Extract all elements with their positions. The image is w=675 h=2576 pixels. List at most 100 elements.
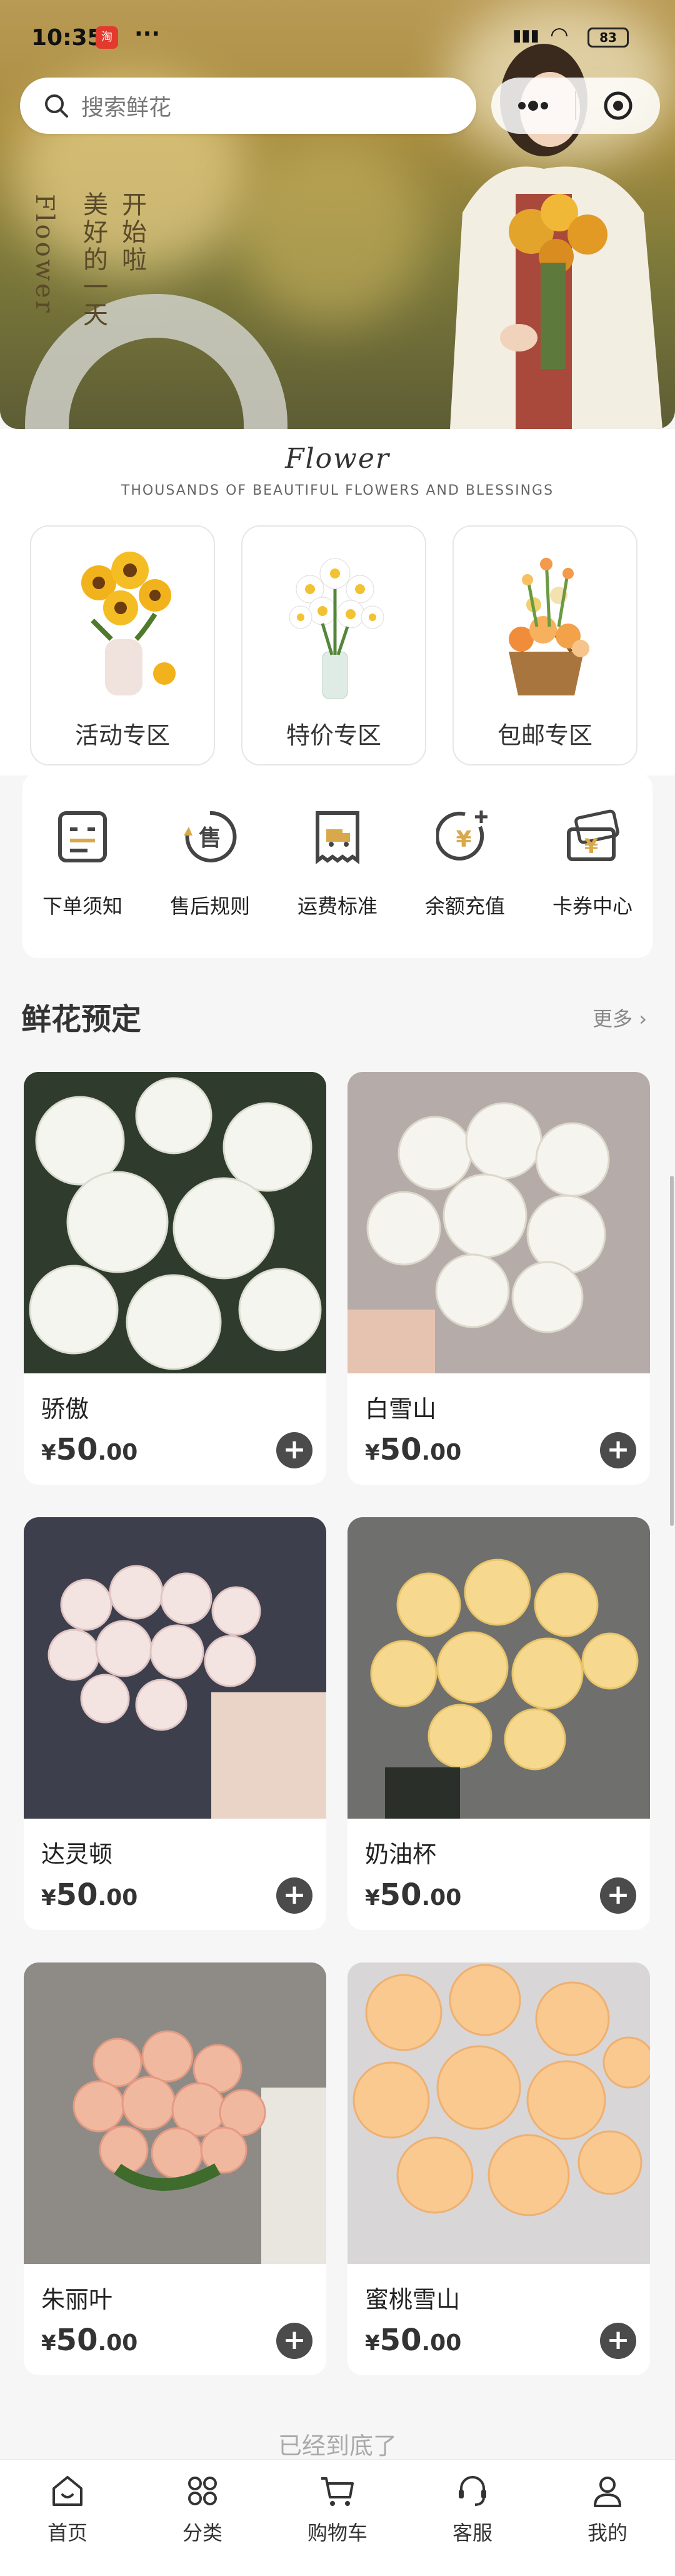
category-icon <box>188 2477 217 2505</box>
shipping-fee-icon <box>316 811 359 864</box>
brand-header: Flower THOUSANDS OF BEAUTIFUL FLOWERS AN… <box>0 429 675 513</box>
order-notice-icon <box>58 811 107 862</box>
more-dots-icon <box>518 101 548 111</box>
service-label: 售后规则 <box>169 894 250 918</box>
end-of-list-text: 已经到底了 <box>278 2432 397 2460</box>
category-label: 活动专区 <box>74 722 170 749</box>
product-price: ¥50.00 <box>365 1432 461 1467</box>
status-bar: 10:35 淘 ··· ▮▮▮ ◠ 83 <box>0 0 675 75</box>
sunflower-vase-icon <box>81 552 176 695</box>
banner-vertical-cn-1: 美好的一天 <box>79 191 108 329</box>
after-sales-icon: 售 <box>184 811 237 862</box>
product-card[interactable]: 骄傲 ¥50.00 + <box>24 1072 326 1485</box>
svg-text:售: 售 <box>199 826 221 851</box>
service-after-sales[interactable]: 售 售后规则 <box>154 808 266 919</box>
brand-tagline: THOUSANDS OF BEAUTIFUL FLOWERS AND BLESS… <box>121 483 554 498</box>
product-name: 骄傲 <box>41 1395 89 1423</box>
category-card-special[interactable]: 特价专区 <box>241 525 426 765</box>
banner-vertical-en: Floower <box>30 194 59 315</box>
tab-profile[interactable]: 我的 <box>558 2471 658 2546</box>
currency-symbol: ¥ <box>41 1886 56 1911</box>
brand-logo-text: Flower <box>285 443 390 475</box>
product-image <box>24 1072 326 1373</box>
product-price: ¥50.00 <box>365 1877 461 1912</box>
svg-text:¥: ¥ <box>456 827 471 852</box>
product-card[interactable]: 朱丽叶 ¥50.00 + <box>24 1962 326 2375</box>
currency-symbol: ¥ <box>365 2331 380 2356</box>
product-price: ¥50.00 <box>41 2323 138 2358</box>
tab-label: 我的 <box>587 2521 628 2545</box>
product-card[interactable]: 达灵顿 ¥50.00 + <box>24 1517 326 1930</box>
add-to-cart-button[interactable]: + <box>600 1432 636 1468</box>
service-coupon[interactable]: ¥ 卡券中心 <box>536 808 649 919</box>
tab-label: 首页 <box>47 2521 88 2545</box>
service-label: 下单须知 <box>42 894 122 918</box>
product-name: 朱丽叶 <box>41 2286 113 2313</box>
daisy-vase-icon <box>289 558 384 699</box>
price-decimals: .00 <box>98 1440 138 1465</box>
currency-symbol: ¥ <box>365 1886 380 1911</box>
product-card[interactable]: 奶油杯 ¥50.00 + <box>348 1517 650 1930</box>
tab-cart[interactable]: 购物车 <box>288 2471 388 2546</box>
product-card[interactable]: 蜜桃雪山 ¥50.00 + <box>348 1962 650 2375</box>
currency-symbol: ¥ <box>41 2331 56 2356</box>
more-link[interactable]: 更多 › <box>592 1003 647 1032</box>
tab-category[interactable]: 分类 <box>152 2471 252 2546</box>
price-integer: 50 <box>379 1877 422 1912</box>
status-more-icon: ··· <box>134 21 161 47</box>
tab-label: 分类 <box>182 2521 222 2545</box>
peach-snow-mountain-roses-image <box>348 1962 650 2264</box>
service-label: 运费标准 <box>297 894 378 918</box>
darlington-roses-image <box>24 1517 326 1819</box>
product-price: ¥50.00 <box>41 1432 138 1467</box>
service-recharge[interactable]: ¥ 余额充值 <box>409 808 521 919</box>
product-image <box>24 1517 326 1819</box>
currency-symbol: ¥ <box>41 1440 56 1465</box>
close-miniprogram-button[interactable] <box>576 78 660 134</box>
price-integer: 50 <box>379 1432 422 1467</box>
tab-label: 客服 <box>452 2521 492 2545</box>
tab-customer-service[interactable]: 客服 <box>422 2471 522 2546</box>
target-close-icon <box>604 91 632 120</box>
category-section: 活动专区 特价专区 包邮专区 <box>0 513 675 775</box>
tab-home[interactable]: 首页 <box>18 2471 118 2546</box>
product-card[interactable]: 白雪山 ¥50.00 + <box>348 1072 650 1485</box>
search-input[interactable]: 搜索鲜花 <box>20 78 476 134</box>
category-card-activity[interactable]: 活动专区 <box>30 525 215 765</box>
category-label: 包邮专区 <box>497 722 592 749</box>
price-decimals: .00 <box>421 1885 462 1911</box>
banner-arch <box>25 294 288 429</box>
miniprogram-capsule <box>491 78 660 134</box>
product-image <box>348 1517 650 1819</box>
category-label: 特价专区 <box>286 722 381 749</box>
cream-cup-roses-image <box>348 1517 650 1819</box>
add-to-cart-button[interactable]: + <box>600 1877 636 1914</box>
product-image <box>24 1962 326 2264</box>
product-price: ¥50.00 <box>41 1877 138 1912</box>
add-to-cart-button[interactable]: + <box>276 1432 312 1468</box>
add-to-cart-button[interactable]: + <box>600 2323 636 2359</box>
signal-icon: ▮▮▮ <box>512 26 539 45</box>
juliet-roses-image <box>24 1962 326 2264</box>
home-icon <box>52 2476 82 2506</box>
white-roses-image <box>24 1072 326 1373</box>
recharge-icon: ¥ <box>435 811 488 861</box>
category-card-free-shipping[interactable]: 包邮专区 <box>452 525 638 765</box>
flower-basket-icon <box>509 557 589 695</box>
banner-vertical-cn-2: 开始啦 <box>118 191 146 274</box>
product-name: 蜜桃雪山 <box>365 2286 461 2313</box>
scrollbar[interactable] <box>670 1176 674 1526</box>
profile-icon <box>594 2477 621 2507</box>
service-grid: 下单须知 售 售后规则 运费标准 ¥ 余额充值 ¥ 卡券中心 <box>22 773 652 958</box>
chevron-right-icon: › <box>639 1007 647 1031</box>
service-label: 余额充值 <box>424 894 505 918</box>
svg-text:¥: ¥ <box>584 834 598 858</box>
more-label: 更多 <box>592 1007 633 1031</box>
add-to-cart-button[interactable]: + <box>276 1877 312 1914</box>
more-menu-button[interactable] <box>491 78 575 134</box>
service-shipping-fee[interactable]: 运费标准 <box>281 808 394 919</box>
service-order-notice[interactable]: 下单须知 <box>26 808 139 919</box>
status-time: 10:35 <box>31 25 103 51</box>
price-integer: 50 <box>56 1877 98 1912</box>
add-to-cart-button[interactable]: + <box>276 2323 312 2359</box>
